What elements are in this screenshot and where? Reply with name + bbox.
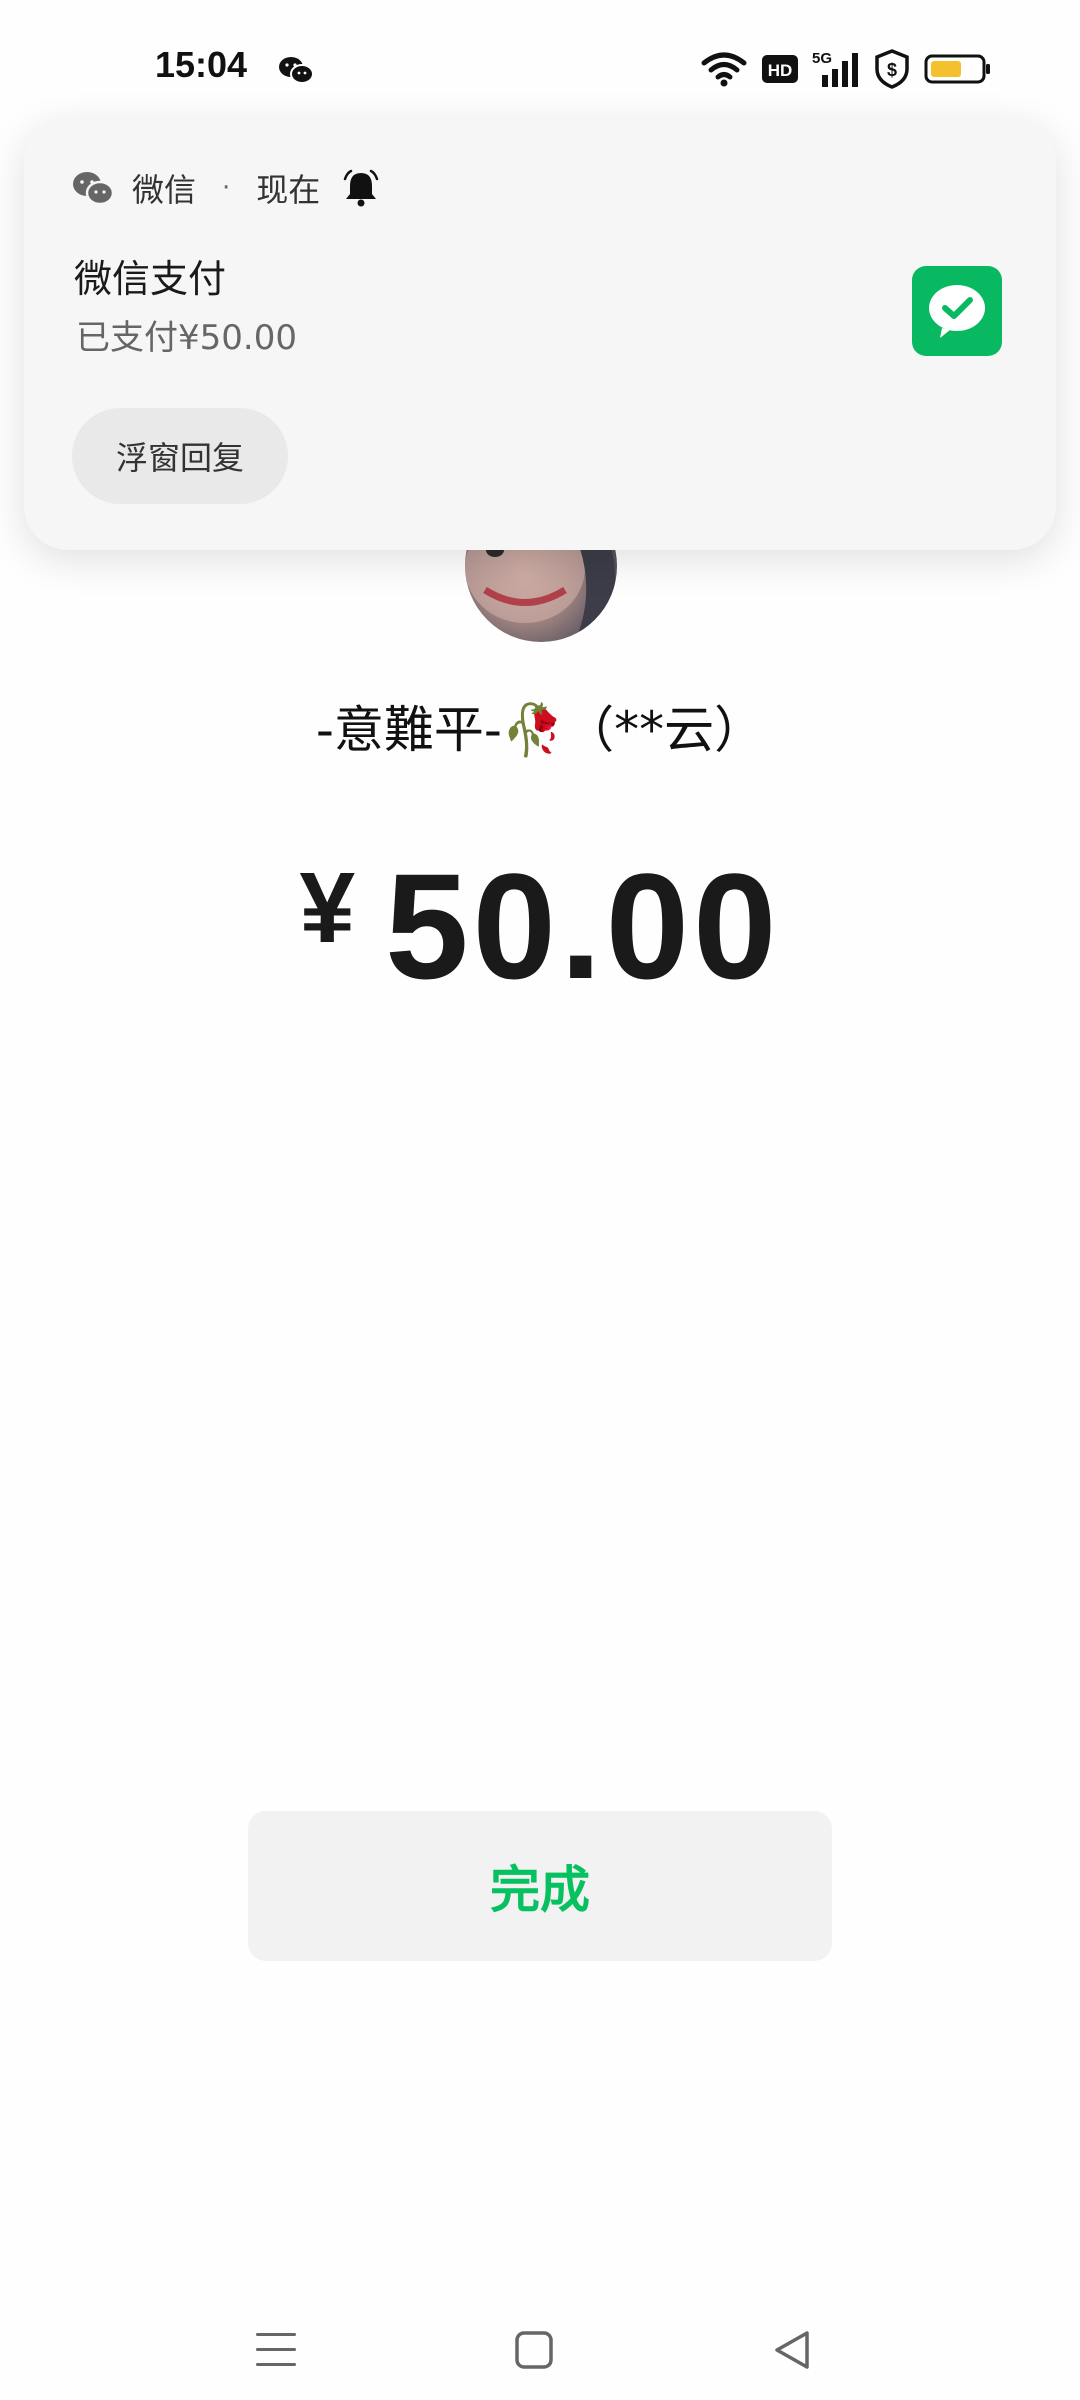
network-label: 5G <box>812 50 832 67</box>
wechat-icon <box>279 57 314 84</box>
notification-separator: · <box>222 173 231 203</box>
wifi-icon <box>701 52 747 87</box>
currency-symbol: ¥ <box>299 852 360 964</box>
status-time: 15:04 <box>155 44 248 85</box>
notification-title: 微信支付 <box>74 257 227 301</box>
menu-icon <box>256 2333 296 2366</box>
floating-reply-button[interactable]: 浮窗回复 <box>72 408 288 504</box>
navigation-bar <box>0 2300 1080 2400</box>
5g-signal-icon: 5G <box>812 50 858 87</box>
payee-name: -意難平-🥀（**云） <box>315 701 765 759</box>
status-icons: HD 5G $ <box>700 48 992 90</box>
screen: 15:04 HD 5G $ -意難平-🥀（**云） ¥ 50.00 完成 微信 … <box>0 0 1080 2400</box>
payment-amount: ¥50.00 <box>0 840 1080 1013</box>
notification-card[interactable]: 微信 · 现在 微信支付 已支付¥50.00 浮窗回复 <box>24 118 1056 550</box>
notification-text: 已支付¥50.00 <box>76 318 297 358</box>
hd-icon: HD <box>762 55 798 83</box>
home-icon <box>515 2331 553 2369</box>
nav-home-button[interactable] <box>494 2310 574 2390</box>
wechat-pay-icon <box>912 266 1002 356</box>
status-bar: 15:04 HD 5G $ <box>0 0 1080 130</box>
bell-icon <box>344 169 379 207</box>
notification-header: 微信 · 现在 <box>72 168 380 209</box>
wechat-icon <box>73 172 114 206</box>
hd-label: HD <box>768 61 793 80</box>
amount-value: 50.00 <box>385 842 781 1010</box>
battery-icon <box>924 54 990 84</box>
shield-dollar-icon: $ <box>875 49 909 89</box>
done-button[interactable]: 完成 <box>248 1811 832 1961</box>
back-icon <box>775 2331 809 2369</box>
nav-back-button[interactable] <box>752 2310 832 2390</box>
svg-text:$: $ <box>887 60 897 80</box>
notification-app-name: 微信 <box>132 171 197 209</box>
notification-time: 现在 <box>256 171 321 209</box>
nav-menu-button[interactable] <box>236 2310 316 2390</box>
